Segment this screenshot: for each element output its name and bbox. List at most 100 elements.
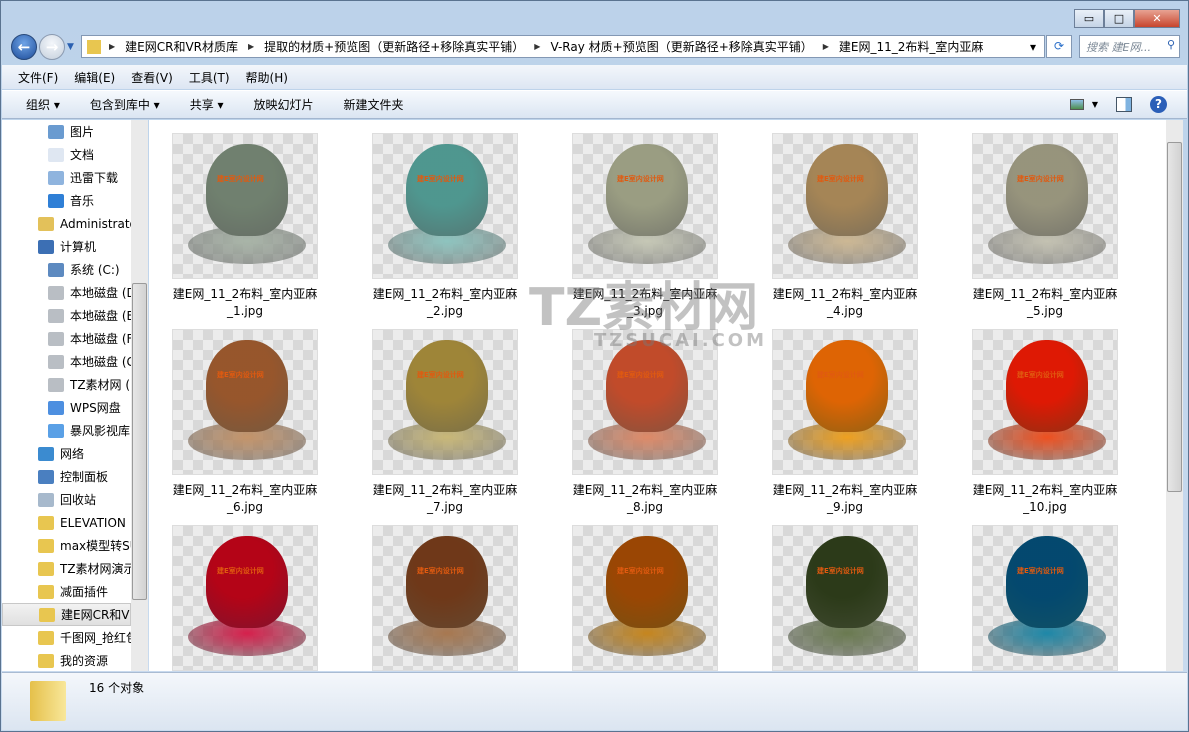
sidebar-item[interactable]: 回收站 <box>2 488 131 511</box>
close-button[interactable]: ✕ <box>1134 9 1180 28</box>
folder-icon <box>87 39 101 54</box>
file-list-scrollbar[interactable] <box>1166 120 1183 671</box>
thumbnail-image: 建E室内设计网 <box>972 525 1118 671</box>
sidebar-item[interactable]: 本地磁盘 (E:) <box>2 304 131 327</box>
material-sphere <box>606 536 688 628</box>
file-name-text: 建E网_11_2布料_室内亚麻 <box>772 483 918 497</box>
slideshow-button[interactable]: 放映幻灯片 <box>254 96 314 113</box>
search-input[interactable]: 搜索 建E网... ⚲ <box>1079 35 1180 58</box>
file-tile[interactable]: 建E室内设计网 建E网_11_2布料_室内亚麻 _5.jpg <box>972 133 1118 320</box>
sidebar-item[interactable]: 暴风影视库 <box>2 419 131 442</box>
file-tile[interactable]: 建E室内设计网 建E网_11_2布料_室内亚麻 _2.jpg <box>372 133 518 320</box>
sidebar-item[interactable]: WPS网盘 <box>2 396 131 419</box>
address-bar[interactable]: ▶ 建E网CR和VR材质库 ▶ 提取的材质+预览图（更新路径+移除真实平铺） ▶ V-Ra… <box>81 35 1045 58</box>
material-sphere <box>806 340 888 432</box>
recent-pages-chevron-icon[interactable]: ▼ <box>67 42 74 52</box>
material-sphere <box>1006 536 1088 628</box>
breadcrumb-item[interactable]: 提取的材质+预览图（更新路径+移除真实平铺） <box>258 38 530 55</box>
file-name: 建E网_11_2布料_室内亚麻 _3.jpg <box>572 286 718 320</box>
share-button[interactable]: 共享 ▾ <box>190 96 224 113</box>
thumbnail-image: 建E室内设计网 <box>572 133 718 279</box>
file-tile[interactable]: 建E室内设计网 建E网_11_2布料_室内亚麻 _6.jpg <box>172 329 318 516</box>
sidebar-item-icon <box>38 584 54 599</box>
new-folder-button[interactable]: 新建文件夹 <box>344 96 404 113</box>
file-tile[interactable]: 建E室内设计网 建E网_11_2布料_室内亚麻 _9.jpg <box>772 329 918 516</box>
file-tile[interactable]: 建E室内设计网建E网_11_2布料_室内亚麻 _3.jpg <box>572 133 718 320</box>
file-tile[interactable]: 建E室内设计网建E网_11_2布料_室内亚麻_14.jpg <box>772 525 918 671</box>
file-tile[interactable]: 建E室内设计网 建E网_11_2布料_室内亚麻 _10.jpg <box>972 329 1118 516</box>
material-sphere <box>406 144 488 236</box>
sidebar-item-label: ELEVATION <box>60 515 126 530</box>
file-tile[interactable]: 建E室内设计网 建E网_11_2布料_室内亚麻 _8.jpg <box>572 329 718 516</box>
details-pane: 16 个对象 <box>2 672 1187 730</box>
file-name-suffix: _2.jpg <box>426 304 464 318</box>
back-button[interactable]: ← <box>11 34 37 60</box>
maximize-button[interactable]: □ <box>1104 9 1134 28</box>
sidebar-item[interactable]: 减面插件 <box>2 580 131 603</box>
file-name: 建E网_11_2布料_室内亚麻 _6.jpg <box>172 482 318 516</box>
file-tile[interactable]: 建E室内设计网建E网_11_2布料_室内亚麻_13.jpg <box>572 525 718 671</box>
sidebar-item[interactable]: 控制面板 <box>2 465 131 488</box>
view-options-icon[interactable] <box>1069 99 1084 110</box>
help-icon[interactable]: ? <box>1150 96 1167 113</box>
file-tile[interactable]: 建E室内设计网 建E网_11_2布料_室内亚麻 _1.jpg <box>172 133 318 320</box>
file-tile[interactable]: 建E室内设计网建E网_11_2布料_室内亚麻_12.jpg <box>372 525 518 671</box>
file-name-suffix: _9.jpg <box>826 500 864 514</box>
file-list-scrollbar-thumb[interactable] <box>1167 142 1182 492</box>
breadcrumb-separator-icon[interactable]: ▶ <box>819 42 833 51</box>
menu-edit[interactable]: 编辑(E) <box>74 69 115 86</box>
sidebar-item[interactable]: 音乐 <box>2 189 131 212</box>
include-in-library-button[interactable]: 包含到库中 ▾ <box>90 96 160 113</box>
sidebar-item[interactable]: 网络 <box>2 442 131 465</box>
sidebar-item[interactable]: TZ素材网 (H:) <box>2 373 131 396</box>
menu-help[interactable]: 帮助(H) <box>246 69 288 86</box>
breadcrumb-separator-icon[interactable]: ▶ <box>105 42 119 51</box>
sidebar-item[interactable]: 文档 <box>2 143 131 166</box>
sidebar-item-icon <box>39 607 55 622</box>
sidebar-item-label: 计算机 <box>60 240 97 254</box>
nav-scrollbar[interactable] <box>131 120 148 671</box>
address-dropdown-icon[interactable]: ▾ <box>1030 40 1044 54</box>
sidebar-item[interactable]: 本地磁盘 (F:) <box>2 327 131 350</box>
breadcrumb-item[interactable]: 建E网CR和VR材质库 <box>119 38 244 55</box>
sidebar-item[interactable]: 本地磁盘 (G:) <box>2 350 131 373</box>
sidebar-item[interactable]: ELEVATION <box>2 511 131 534</box>
view-dropdown-icon[interactable]: ▼ <box>1092 100 1098 109</box>
sidebar-item[interactable]: 建E网CR和VR材质库 <box>2 603 131 626</box>
breadcrumb-item[interactable]: V-Ray 材质+预览图（更新路径+移除真实平铺） <box>544 38 818 55</box>
file-tile[interactable]: 建E室内设计网建E网_11_2布料_室内亚麻_15.jpg <box>972 525 1118 671</box>
minimize-button[interactable]: ▭ <box>1074 9 1104 28</box>
breadcrumb-item[interactable]: 建E网_11_2布料_室内亚麻 <box>833 38 990 55</box>
item-count: 16 个对象 <box>89 681 145 695</box>
sidebar-item[interactable]: 本地磁盘 (D:) <box>2 281 131 304</box>
sidebar-item-icon <box>48 124 64 139</box>
organize-button[interactable]: 组织 ▾ <box>26 96 60 113</box>
sidebar-item[interactable]: 迅雷下载 <box>2 166 131 189</box>
nav-scrollbar-thumb[interactable] <box>132 283 147 600</box>
breadcrumb-separator-icon[interactable]: ▶ <box>530 42 544 51</box>
sidebar-item[interactable]: Administrator <box>2 212 131 235</box>
sidebar-item[interactable]: 计算机 <box>2 235 131 258</box>
thumbnail-image: 建E室内设计网 <box>172 525 318 671</box>
menu-file[interactable]: 文件(F) <box>18 69 58 86</box>
thumbnail-logo: 建E室内设计网 <box>617 175 664 183</box>
thumbnail-image: 建E室内设计网 <box>372 133 518 279</box>
sidebar-item[interactable]: 图片 <box>2 120 131 143</box>
sidebar-item[interactable]: 千图网_抢红包 <box>2 626 131 649</box>
menu-view[interactable]: 查看(V) <box>131 69 173 86</box>
sidebar-item[interactable]: max模型转SU <box>2 534 131 557</box>
breadcrumb-separator-icon[interactable]: ▶ <box>244 42 258 51</box>
file-name-text: 建E网_11_2布料_室内亚麻 <box>972 483 1118 497</box>
sidebar-item-icon <box>48 423 64 438</box>
menu-tools[interactable]: 工具(T) <box>189 69 230 86</box>
sidebar-item[interactable]: TZ素材网演示 <box>2 557 131 580</box>
forward-button[interactable]: → <box>39 34 65 60</box>
sidebar-item[interactable]: 系统 (C:) <box>2 258 131 281</box>
refresh-button[interactable]: ⟳ <box>1046 35 1072 58</box>
sidebar-item[interactable]: 我的资源 <box>2 649 131 671</box>
file-tile[interactable]: 建E室内设计网 建E网_11_2布料_室内亚麻 _7.jpg <box>372 329 518 516</box>
preview-pane-icon[interactable] <box>1116 97 1132 112</box>
file-tile[interactable]: 建E室内设计网建E网_11_2布料_室内亚麻_11.jpg <box>172 525 318 671</box>
file-tile[interactable]: 建E室内设计网 建E网_11_2布料_室内亚麻 _4.jpg <box>772 133 918 320</box>
file-list: 建E室内设计网建E网_11_2布料_室内亚麻_15.jpg建E室内设计网建E网_… <box>149 120 1183 671</box>
